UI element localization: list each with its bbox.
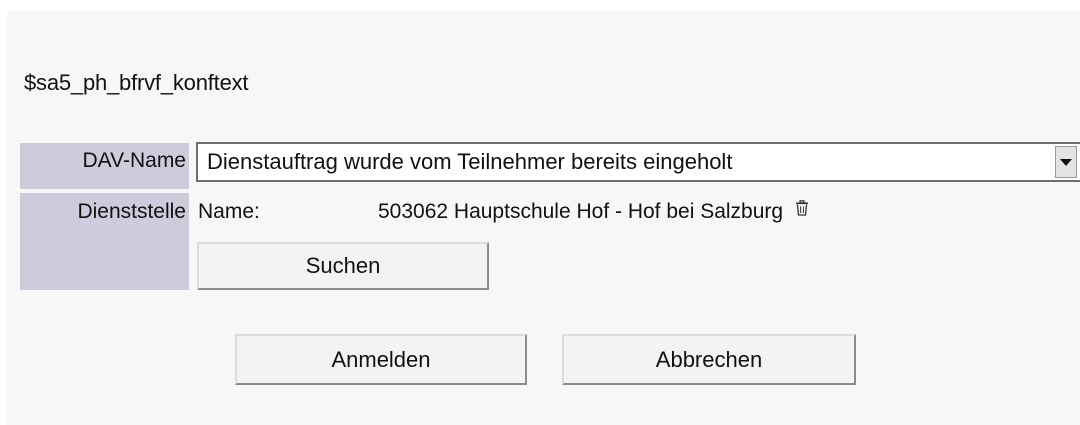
dienststelle-label-text: Dienststelle — [77, 200, 186, 223]
chevron-down-icon[interactable] — [1055, 146, 1077, 178]
context-text: $sa5_ph_bfrvf_konftext — [24, 70, 249, 95]
cancel-button[interactable]: Abbrechen — [562, 334, 856, 385]
dav-name-label-text: DAV-Name — [82, 149, 186, 172]
dav-name-selected-value: Dienstauftrag wurde vom Teilnehmer berei… — [207, 149, 733, 174]
dienststelle-name-value: 503062 Hauptschule Hof - Hof bei Salzbur… — [378, 200, 784, 223]
dienststelle-label: Dienststelle — [20, 193, 189, 290]
search-button[interactable]: Suchen — [197, 242, 489, 290]
trash-icon[interactable] — [795, 198, 809, 222]
name-value-wrapper: 503062 Hauptschule Hof - Hof bei Salzbur… — [378, 200, 809, 224]
dav-name-select[interactable]: Dienstauftrag wurde vom Teilnehmer berei… — [196, 142, 1080, 182]
dav-name-label: DAV-Name — [20, 143, 189, 189]
login-button[interactable]: Anmelden — [235, 334, 527, 385]
name-label: Name: — [198, 200, 260, 223]
